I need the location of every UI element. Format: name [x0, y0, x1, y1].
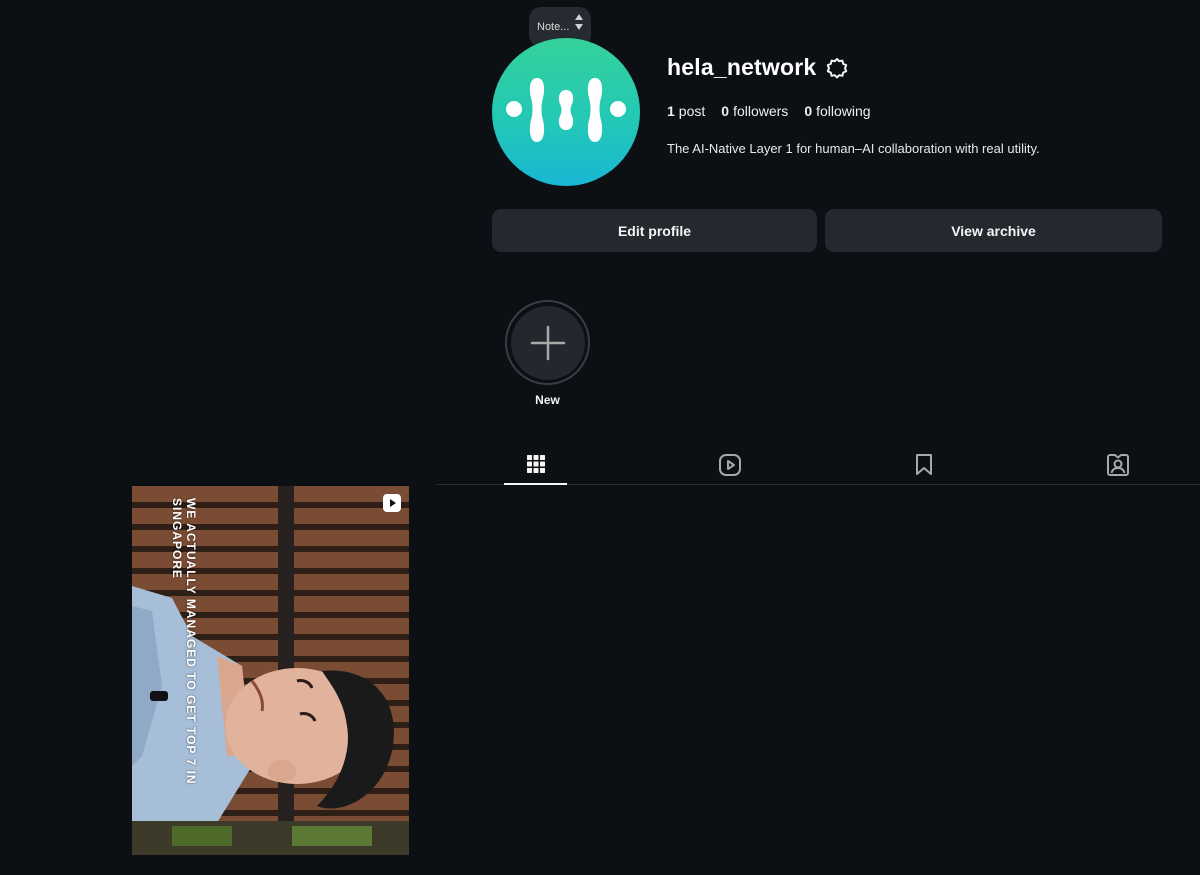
gear-icon[interactable] [824, 55, 850, 81]
hela-logo-icon [506, 78, 626, 142]
avatar[interactable] [492, 38, 640, 186]
reel-badge-icon [383, 494, 401, 512]
post-caption: WE ACTUALLY MANAGED TO GET TOP 7 IN SING… [170, 498, 198, 785]
profile-stats: 1 post 0 followers 0 following [667, 103, 871, 119]
tab-saved[interactable] [892, 444, 955, 485]
tab-tagged[interactable] [1086, 444, 1149, 485]
tagged-icon [1106, 453, 1129, 476]
note-label: Note... [537, 21, 570, 33]
bookmark-icon [915, 453, 932, 475]
profile-page: Note... hela_network 1 post 0 followers 0f… [0, 0, 1200, 875]
stat-following[interactable]: 0 following [804, 103, 870, 119]
stat-following-label: following [816, 103, 871, 119]
post-tile[interactable]: WE ACTUALLY MANAGED TO GET TOP 7 IN SING… [132, 486, 409, 855]
new-highlight-inner [510, 305, 585, 380]
grid-icon [526, 454, 545, 473]
reels-icon [718, 453, 741, 476]
stat-posts[interactable]: 1 post [667, 103, 705, 119]
stat-following-count: 0 [804, 103, 813, 119]
tab-posts[interactable] [504, 444, 567, 485]
profile-bio: The AI-Native Layer 1 for human–AI colla… [667, 141, 1040, 156]
stat-followers-label: followers [733, 103, 789, 119]
plus-icon [530, 325, 565, 360]
chevron-down-icon[interactable] [575, 24, 583, 30]
profile-tabs [437, 444, 1200, 485]
note-stepper[interactable] [575, 14, 583, 30]
view-archive-button[interactable]: View archive [825, 209, 1162, 252]
new-highlight-label: New [535, 393, 560, 407]
stat-followers[interactable]: 0 followers [721, 103, 788, 119]
username-row: hela_network [667, 54, 850, 81]
chevron-up-icon[interactable] [575, 14, 583, 20]
edit-profile-button[interactable]: Edit profile [492, 209, 817, 252]
tab-reels[interactable] [698, 444, 761, 485]
new-highlight-button[interactable] [505, 300, 590, 385]
username: hela_network [667, 54, 817, 80]
stat-posts-count: 1 [667, 103, 675, 119]
stat-followers-count: 0 [721, 103, 730, 119]
stat-posts-label: post [678, 103, 706, 119]
